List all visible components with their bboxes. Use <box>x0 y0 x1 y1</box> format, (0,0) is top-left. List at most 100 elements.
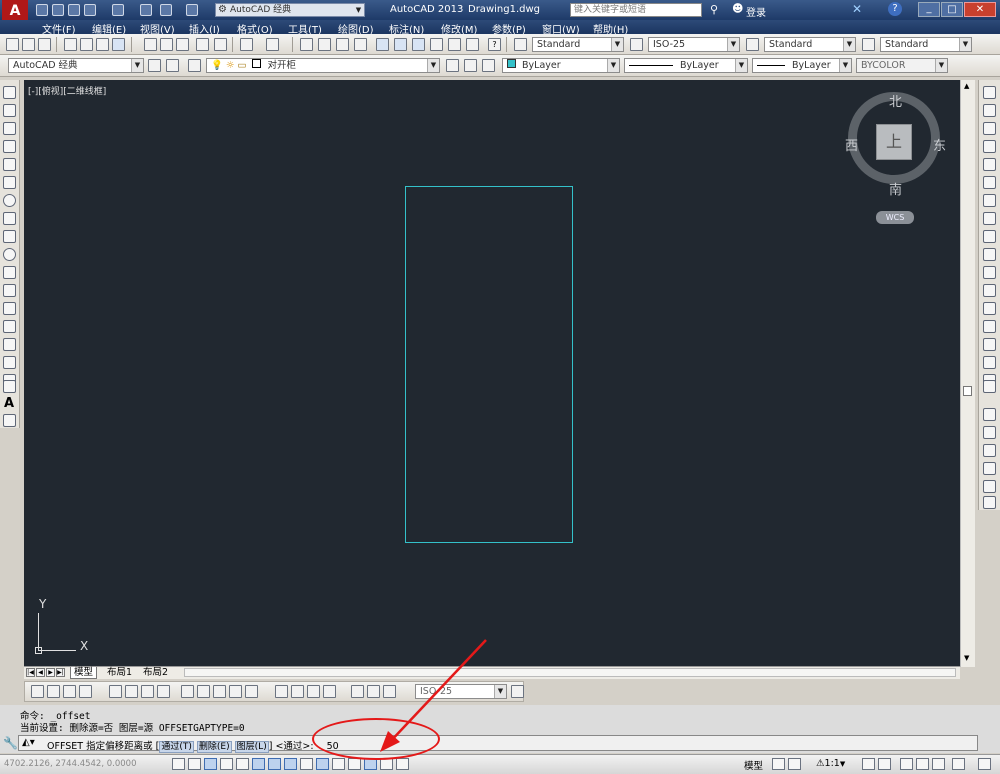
tool-palettes-icon[interactable] <box>412 38 425 51</box>
multileader-style-combo[interactable]: Standard ▼ <box>880 37 972 52</box>
radius-dim-icon[interactable] <box>109 685 122 698</box>
add-selected-icon[interactable] <box>3 414 16 427</box>
construction-line-icon[interactable] <box>3 104 16 117</box>
zoom-previous-icon[interactable] <box>354 38 367 51</box>
cabinet-rectangle[interactable] <box>405 186 573 543</box>
annotation-scale[interactable]: ⚠1:1▼ <box>816 758 845 769</box>
inspection-icon[interactable] <box>307 685 320 698</box>
toolbar-lock-icon[interactable] <box>916 758 929 770</box>
scroll-up-arrow[interactable]: ▲ <box>964 82 969 90</box>
layer-properties-icon[interactable] <box>188 59 201 72</box>
table-style-icon[interactable] <box>746 38 759 51</box>
multileader-style-icon[interactable] <box>862 38 875 51</box>
properties-icon[interactable] <box>376 38 389 51</box>
text-style-icon[interactable] <box>514 38 527 51</box>
design-center-icon[interactable] <box>394 38 407 51</box>
layer-state-icon[interactable] <box>482 59 495 72</box>
undo-icon[interactable] <box>160 4 172 16</box>
array-icon[interactable] <box>983 158 996 171</box>
compass-north[interactable]: 北 <box>889 91 902 110</box>
workspace-switch-combo[interactable]: ⚙ AutoCAD 经典 ▼ <box>215 3 365 17</box>
last-tab-arrow[interactable]: ▶| <box>56 668 65 677</box>
rotate-icon[interactable] <box>983 194 996 207</box>
dynamic-input-icon[interactable] <box>316 758 329 770</box>
jogged-dim-icon[interactable] <box>125 685 138 698</box>
explode-icon[interactable] <box>983 380 996 393</box>
workspace-switching-icon[interactable] <box>900 758 913 770</box>
annotation-monitor-icon[interactable] <box>396 758 409 770</box>
extend-icon[interactable] <box>983 266 996 279</box>
match-properties-icon[interactable] <box>196 38 209 51</box>
spline-icon[interactable] <box>3 230 16 243</box>
lineweight-icon[interactable] <box>332 758 345 770</box>
print-preview-icon[interactable] <box>80 38 93 51</box>
erase-icon[interactable] <box>983 86 996 99</box>
exchange-icon[interactable]: ✕ <box>852 2 862 16</box>
grid-display-icon[interactable] <box>204 758 217 770</box>
make-block-icon[interactable] <box>3 302 16 315</box>
ellipse-arc-icon[interactable] <box>3 266 16 279</box>
trim-icon[interactable] <box>983 248 996 261</box>
close-button[interactable]: ✕ <box>964 2 996 17</box>
redo-icon[interactable] <box>186 4 198 16</box>
table-icon[interactable] <box>3 380 16 393</box>
scroll-thumb[interactable] <box>963 386 972 396</box>
viewcube-top-face[interactable]: 上 <box>876 124 912 160</box>
dynamic-ucs-icon[interactable] <box>300 758 313 770</box>
layer-combo[interactable]: 💡 ☼ ▭ 对开柜 ▼ <box>206 58 440 73</box>
text-style-combo[interactable]: Standard ▼ <box>532 37 624 52</box>
break-icon[interactable] <box>983 302 996 315</box>
annotation-visibility-icon[interactable] <box>862 758 875 770</box>
undo-icon[interactable] <box>240 38 253 51</box>
new-file-icon[interactable] <box>36 4 48 16</box>
auto-scale-icon[interactable] <box>878 758 891 770</box>
zoom-realtime-icon[interactable] <box>318 38 331 51</box>
minimize-button[interactable]: _ <box>918 2 940 17</box>
layer-previous-icon[interactable] <box>464 59 477 72</box>
open-file-icon[interactable] <box>52 4 64 16</box>
make-current-layer-icon[interactable] <box>446 59 459 72</box>
multiline-text-icon[interactable]: A <box>4 396 14 411</box>
compass-west[interactable]: 西 <box>845 135 858 154</box>
hatch-icon[interactable] <box>3 338 16 351</box>
baseline-dim-icon[interactable] <box>197 685 210 698</box>
vertical-scrollbar[interactable]: ▲ ▼ <box>960 80 975 667</box>
3d-print-icon[interactable] <box>112 38 125 51</box>
point-icon[interactable] <box>3 320 16 333</box>
open-icon[interactable] <box>22 38 35 51</box>
ortho-mode-icon[interactable] <box>220 758 233 770</box>
offset-icon[interactable] <box>983 140 996 153</box>
cut-icon[interactable] <box>144 38 157 51</box>
help-icon[interactable]: ? <box>888 2 902 16</box>
dim-style-combo[interactable]: ISO-25 ▼ <box>648 37 740 52</box>
option-layer[interactable]: 图层(L) <box>234 741 269 753</box>
help-search-input[interactable]: 键入关键字或短语 <box>570 3 702 17</box>
prev-tab-arrow[interactable]: ◀ <box>36 668 45 677</box>
draworder-front-icon[interactable] <box>983 408 996 421</box>
block-editor-icon[interactable] <box>214 38 227 51</box>
workspace-combo[interactable]: AutoCAD 经典 ▼ <box>8 58 144 73</box>
bring-text-front-icon[interactable] <box>983 480 996 493</box>
hardware-acceleration-icon[interactable] <box>932 758 945 770</box>
tolerance-icon[interactable] <box>275 685 288 698</box>
arc-length-dim-icon[interactable] <box>63 685 76 698</box>
copy-icon[interactable] <box>160 38 173 51</box>
publish-icon[interactable] <box>96 38 109 51</box>
horizontal-scrollbar[interactable] <box>184 668 956 677</box>
copy-object-icon[interactable] <box>983 104 996 117</box>
angular-dim-icon[interactable] <box>157 685 170 698</box>
print-icon[interactable] <box>140 4 152 16</box>
polyline-icon[interactable] <box>3 122 16 135</box>
quick-dim-icon[interactable] <box>181 685 194 698</box>
tab-layout2[interactable]: 布局2 <box>140 667 171 678</box>
aligned-dim-icon[interactable] <box>47 685 60 698</box>
draworder-under-icon[interactable] <box>983 462 996 475</box>
autocad-logo-icon[interactable]: A <box>2 0 28 22</box>
pan-icon[interactable] <box>300 38 313 51</box>
quick-view-layouts-icon[interactable] <box>772 758 785 770</box>
save-icon[interactable] <box>38 38 51 51</box>
revision-cloud-icon[interactable] <box>3 212 16 225</box>
tab-model[interactable]: 模型 <box>70 667 98 679</box>
next-tab-arrow[interactable]: ▶ <box>46 668 55 677</box>
fillet-icon[interactable] <box>983 356 996 369</box>
